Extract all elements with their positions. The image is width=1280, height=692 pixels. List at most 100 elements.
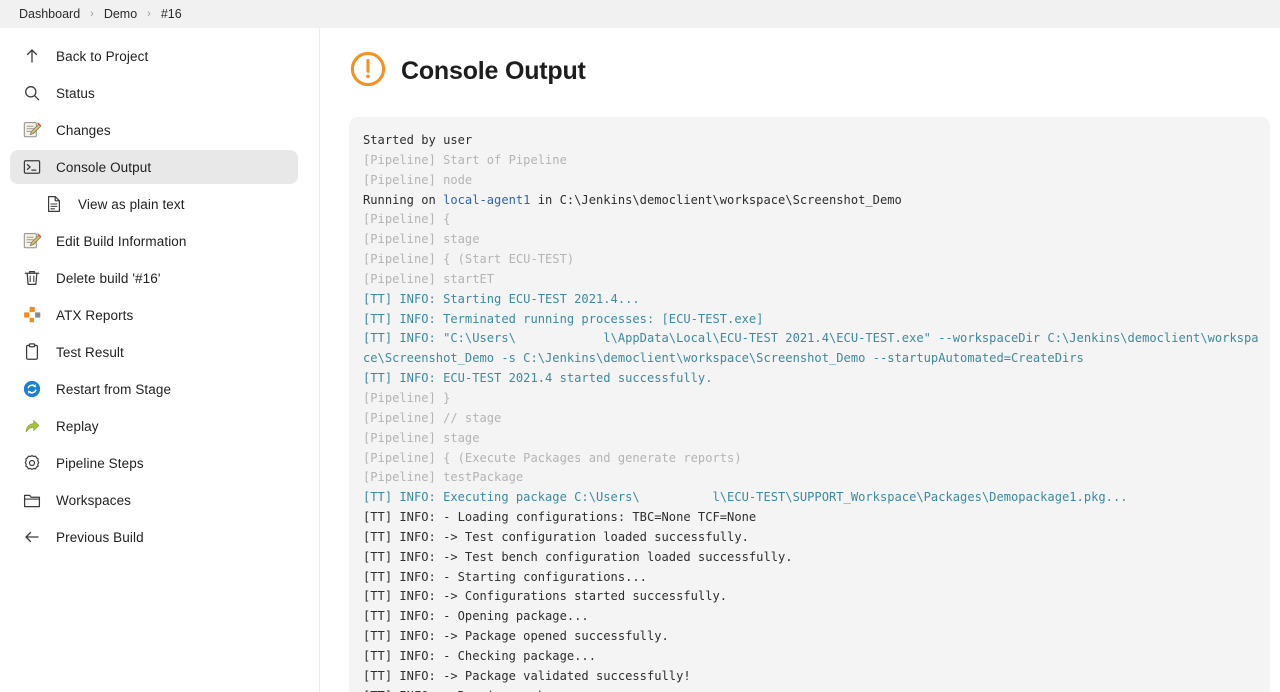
console-output-panel[interactable]: Started by user [Pipeline] Start of Pipe… [349,117,1270,692]
console-line: [TT] INFO: -> Test configuration loaded … [363,528,1262,548]
terminal-icon [22,157,42,177]
console-line: [Pipeline] { [363,210,1262,230]
console-segment: [TT] INFO: Terminated running processes:… [363,311,764,326]
console-segment: [Pipeline] stage [363,430,480,445]
sidebar-item-back-to-project[interactable]: Back to Project [10,39,298,73]
console-segment [640,490,713,504]
console-segment: [Pipeline] Start of Pipeline [363,152,567,167]
breadcrumb-item-demo[interactable]: Demo [95,0,146,28]
sidebar-item-label: Restart from Stage [56,381,172,397]
console-line: [Pipeline] Start of Pipeline [363,151,1262,171]
sidebar-item-label: ATX Reports [56,307,134,323]
console-line: [TT] INFO: ECU-TEST 2021.4 started succe… [363,369,1262,389]
edit-note-icon [22,120,42,140]
breadcrumb: Dashboard › Demo › #16 [0,0,1280,28]
warning-exclamation-icon [349,50,387,93]
console-line: Started by user [363,131,1262,151]
page-title: Console Output [401,57,586,85]
console-segment: [TT] INFO: Executing package C:\Users\ [363,490,640,505]
console-agent-link[interactable]: local-agent1 [443,193,530,207]
sidebar-item-label: Back to Project [56,48,149,64]
console-line: [TT] INFO: Starting ECU-TEST 2021.4... [363,290,1262,310]
sidebar-item-label: Pipeline Steps [56,455,144,471]
page-body: Back to Project Status Changes Console Outp… [0,28,1280,692]
console-segment: [Pipeline] // stage [363,410,502,425]
console-segment: l\ECU-TEST\SUPPORT_Workspace\Packages\De… [712,490,1128,505]
sidebar-item-test-result[interactable]: Test Result [10,335,298,369]
sidebar-item-label: Changes [56,122,111,138]
sidebar-item-delete-build-16[interactable]: Delete build '#16' [10,261,298,295]
breadcrumb-item-dashboard[interactable]: Dashboard [10,0,89,28]
sidebar-item-label: Replay [56,418,99,434]
breadcrumb-item-16[interactable]: #16 [152,0,191,28]
console-line: [TT] INFO: -> Test bench configuration l… [363,548,1262,568]
console-segment: [Pipeline] } [363,390,451,405]
console-line: [Pipeline] { (Execute Packages and gener… [363,449,1262,469]
sidebar-item-label: Status [56,85,95,101]
sidebar-item-restart-from-stage[interactable]: Restart from Stage [10,372,298,406]
edit-note-icon [22,231,42,251]
sidebar-item-label: Edit Build Information [56,233,187,249]
console-segment: [TT] INFO: - Opening package... [363,609,589,624]
console-segment: [Pipeline] { (Start ECU-TEST) [363,252,575,267]
sidebar-item-workspaces[interactable]: Workspaces [10,483,298,517]
document-icon [44,194,64,214]
console-segment: [Pipeline] node [363,172,473,187]
arrow-left-icon [22,527,42,547]
trash-icon [22,268,42,288]
sidebar-item-view-as-plain-text[interactable]: View as plain text [10,187,298,221]
console-segment: [TT] INFO: Starting ECU-TEST 2021.4... [363,291,640,306]
console-segment: [TT] INFO: - Starting configurations... [363,569,647,584]
sidebar-item-atx-reports[interactable]: ATX Reports [10,298,298,332]
console-line: [Pipeline] testPackage [363,468,1262,488]
console-segment: [Pipeline] startET [363,271,495,286]
sidebar-item-replay[interactable]: Replay [10,409,298,443]
sidebar-item-pipeline-steps[interactable]: Pipeline Steps [10,446,298,480]
restart-circle-icon [22,379,42,399]
atx-squares-icon [22,305,42,325]
sidebar-item-previous-build[interactable]: Previous Build [10,520,298,554]
console-segment: [TT] INFO: -> Test configuration loaded … [363,529,749,544]
console-segment: [TT] INFO: -> Configurations started suc… [363,589,728,604]
console-segment: [TT] INFO: -> Test bench configuration l… [363,549,793,564]
replay-arrow-icon [22,416,42,436]
console-segment: [TT] INFO: -> Package opened successfull… [363,629,669,644]
sidebar-item-console-output[interactable]: Console Output [10,150,298,184]
gear-icon [22,453,42,473]
search-icon [22,83,42,103]
console-segment: [Pipeline] { [363,212,451,227]
page-header: Console Output [330,50,1280,93]
console-segment [516,331,603,345]
sidebar-item-edit-build-information[interactable]: Edit Build Information [10,224,298,258]
console-line: [Pipeline] } [363,389,1262,409]
console-segment: [TT] INFO: - Checking package... [363,648,596,663]
console-line: [TT] INFO: - Starting configurations... [363,568,1262,588]
console-line: [TT] INFO: -> Package opened successfull… [363,627,1262,647]
console-line: [TT] INFO: -> Package validated successf… [363,667,1262,687]
console-segment: in C:\Jenkins\democlient\workspace\Scree… [530,192,902,207]
console-line: [TT] INFO: -> Configurations started suc… [363,587,1262,607]
console-line: [TT] INFO: - Loading configurations: TBC… [363,508,1262,528]
sidebar-item-status[interactable]: Status [10,76,298,110]
sidebar-item-changes[interactable]: Changes [10,113,298,147]
sidebar-item-label: Delete build '#16' [56,270,161,286]
console-segment: [TT] INFO: ECU-TEST 2021.4 started succe… [363,371,713,386]
console-line: [TT] INFO: - Opening package... [363,607,1262,627]
console-line: [TT] INFO: Terminated running processes:… [363,310,1262,330]
sidebar-item-label: Console Output [56,159,152,175]
console-line: [Pipeline] node [363,171,1262,191]
console-line: [Pipeline] startET [363,270,1262,290]
console-line: [TT] INFO: - Checking package... [363,647,1262,667]
console-segment: [Pipeline] testPackage [363,470,524,485]
console-line: [TT] INFO: "C:\Users\ l\AppData\Local\EC… [363,329,1262,369]
console-segment: Started by user [363,133,480,147]
console-line: [Pipeline] // stage [363,409,1262,429]
sidebar-item-label: Previous Build [56,529,144,545]
console-segment: Running on [363,192,444,207]
clipboard-icon [22,342,42,362]
sidebar-item-label: View as plain text [78,196,185,212]
console-segment: [Pipeline] { (Execute Packages and gener… [363,450,742,465]
console-line: [Pipeline] stage [363,230,1262,250]
console-line: [TT] INFO: - Running package... [363,687,1262,692]
sidebar: Back to Project Status Changes Console Outp… [0,28,320,692]
